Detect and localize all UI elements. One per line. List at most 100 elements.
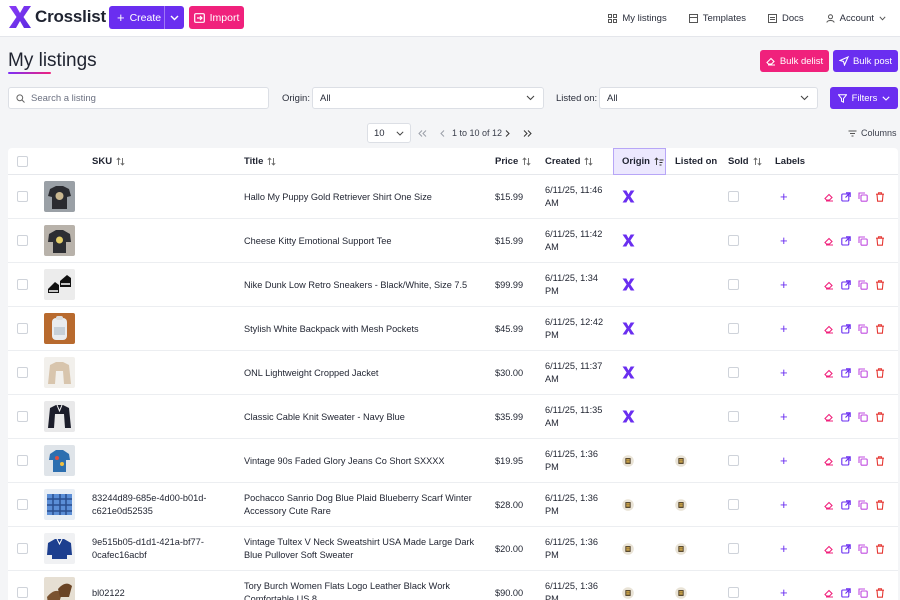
add-label-button[interactable]: + — [780, 483, 788, 526]
open-external-action[interactable] — [841, 279, 851, 290]
header-title[interactable]: Title — [244, 148, 276, 175]
select-all-checkbox[interactable] — [17, 156, 28, 167]
sold-checkbox[interactable] — [728, 411, 739, 422]
crosslist-logo[interactable]: Crosslist — [8, 5, 106, 29]
open-external-action[interactable] — [841, 191, 851, 202]
create-button[interactable]: + Create — [109, 6, 184, 29]
delete-action[interactable] — [875, 455, 885, 466]
sold-checkbox[interactable] — [728, 191, 739, 202]
add-label-button[interactable]: + — [780, 571, 788, 600]
title-cell[interactable]: Pochacco Sanrio Dog Blue Plaid Blueberry… — [244, 483, 484, 526]
row-checkbox[interactable] — [17, 499, 28, 510]
page-size-select[interactable]: 10 — [367, 123, 411, 143]
open-external-action[interactable] — [841, 323, 851, 334]
title-cell[interactable]: Stylish White Backpack with Mesh Pockets — [244, 307, 484, 350]
delete-action[interactable] — [875, 411, 885, 422]
add-label-button[interactable]: + — [780, 395, 788, 438]
nav-templates[interactable]: Templates — [688, 13, 746, 24]
open-external-action[interactable] — [841, 235, 851, 246]
table-row[interactable]: bl02122 Tory Burch Women Flats Logo Leat… — [8, 571, 898, 600]
nav-my-listings[interactable]: My listings — [608, 13, 667, 24]
sold-checkbox[interactable] — [728, 587, 739, 598]
open-external-action[interactable] — [841, 455, 851, 466]
row-checkbox[interactable] — [17, 543, 28, 554]
delist-action[interactable] — [824, 280, 834, 290]
sold-checkbox[interactable] — [728, 455, 739, 466]
origin-select[interactable]: All — [312, 87, 544, 109]
nav-account[interactable]: Account — [825, 13, 886, 24]
duplicate-action[interactable] — [858, 191, 868, 202]
listing-thumbnail[interactable] — [44, 269, 75, 300]
next-page-button[interactable] — [501, 127, 513, 139]
table-row[interactable]: ONL Lightweight Cropped Jacket $30.00 6/… — [8, 351, 898, 395]
filters-button[interactable]: Filters — [830, 87, 898, 109]
bulk-delist-button[interactable]: Bulk delist — [760, 50, 829, 72]
listing-thumbnail[interactable] — [44, 357, 75, 388]
create-main[interactable]: + Create — [109, 6, 164, 29]
open-external-action[interactable] — [841, 499, 851, 510]
delist-action[interactable] — [824, 544, 834, 554]
header-price[interactable]: Price — [495, 148, 531, 175]
add-label-button[interactable]: + — [780, 263, 788, 306]
duplicate-action[interactable] — [858, 411, 868, 422]
title-cell[interactable]: Tory Burch Women Flats Logo Leather Blac… — [244, 571, 484, 600]
last-page-button[interactable] — [521, 127, 533, 139]
sold-checkbox[interactable] — [728, 235, 739, 246]
sold-checkbox[interactable] — [728, 499, 739, 510]
bulk-post-button[interactable]: Bulk post — [833, 50, 898, 72]
delist-action[interactable] — [824, 500, 834, 510]
table-row[interactable]: Hallo My Puppy Gold Retriever Shirt One … — [8, 175, 898, 219]
search-input[interactable] — [31, 92, 251, 104]
listing-thumbnail[interactable] — [44, 313, 75, 344]
import-button[interactable]: Import — [189, 6, 244, 29]
table-row[interactable]: Vintage 90s Faded Glory Jeans Co Short S… — [8, 439, 898, 483]
header-sold[interactable]: Sold — [728, 148, 762, 175]
listing-thumbnail[interactable] — [44, 489, 75, 520]
row-checkbox[interactable] — [17, 367, 28, 378]
duplicate-action[interactable] — [858, 235, 868, 246]
delist-action[interactable] — [824, 368, 834, 378]
row-checkbox[interactable] — [17, 235, 28, 246]
open-external-action[interactable] — [841, 367, 851, 378]
row-checkbox[interactable] — [17, 411, 28, 422]
delete-action[interactable] — [875, 235, 885, 246]
duplicate-action[interactable] — [858, 279, 868, 290]
sold-checkbox[interactable] — [728, 367, 739, 378]
duplicate-action[interactable] — [858, 499, 868, 510]
table-row[interactable]: Nike Dunk Low Retro Sneakers - Black/Whi… — [8, 263, 898, 307]
row-checkbox[interactable] — [17, 279, 28, 290]
table-row[interactable]: Classic Cable Knit Sweater - Navy Blue $… — [8, 395, 898, 439]
title-cell[interactable]: Hallo My Puppy Gold Retriever Shirt One … — [244, 175, 484, 218]
delist-action[interactable] — [824, 412, 834, 422]
add-label-button[interactable]: + — [780, 219, 788, 262]
create-dropdown-toggle[interactable] — [164, 6, 184, 29]
listing-thumbnail[interactable] — [44, 401, 75, 432]
prev-page-button[interactable] — [436, 127, 448, 139]
delete-action[interactable] — [875, 499, 885, 510]
columns-button[interactable]: Columns — [848, 128, 897, 138]
delete-action[interactable] — [875, 323, 885, 334]
add-label-button[interactable]: + — [780, 175, 788, 218]
duplicate-action[interactable] — [858, 455, 868, 466]
table-row[interactable]: Stylish White Backpack with Mesh Pockets… — [8, 307, 898, 351]
duplicate-action[interactable] — [858, 587, 868, 598]
delete-action[interactable] — [875, 587, 885, 598]
duplicate-action[interactable] — [858, 323, 868, 334]
listing-thumbnail[interactable] — [44, 445, 75, 476]
sold-checkbox[interactable] — [728, 323, 739, 334]
header-origin[interactable]: Origin — [613, 148, 666, 175]
delist-action[interactable] — [824, 588, 834, 598]
add-label-button[interactable]: + — [780, 351, 788, 394]
nav-docs[interactable]: Docs — [768, 13, 804, 24]
delete-action[interactable] — [875, 543, 885, 554]
sold-checkbox[interactable] — [728, 279, 739, 290]
delist-action[interactable] — [824, 456, 834, 466]
add-label-button[interactable]: + — [780, 307, 788, 350]
title-cell[interactable]: ONL Lightweight Cropped Jacket — [244, 351, 484, 394]
open-external-action[interactable] — [841, 411, 851, 422]
table-row[interactable]: 9e515b05-d1d1-421a-bf77- 0cafec16acbf Vin… — [8, 527, 898, 571]
delete-action[interactable] — [875, 191, 885, 202]
listing-thumbnail[interactable] — [44, 181, 75, 212]
title-cell[interactable]: Cheese Kitty Emotional Support Tee — [244, 219, 484, 262]
table-row[interactable]: 83244d89-685e-4d00-b01d-c621e0d52535 Poc… — [8, 483, 898, 527]
